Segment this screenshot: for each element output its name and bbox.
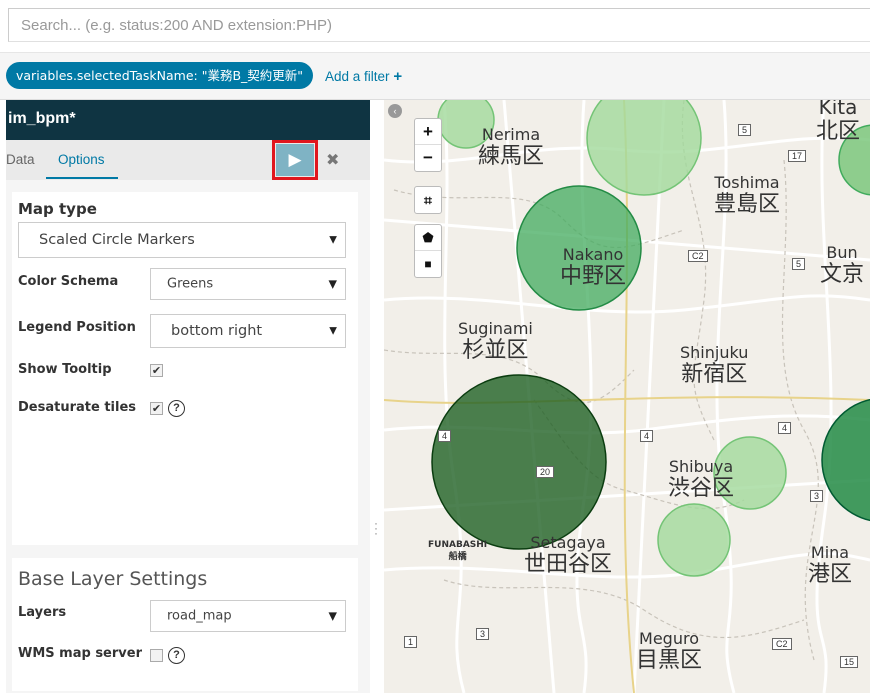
place-label-nerima: Nerima 練馬区 — [478, 125, 545, 170]
road-sign: 4 — [438, 430, 452, 442]
map-type-select[interactable]: Scaled Circle Markers ▼ — [18, 222, 346, 258]
legend-position-value: bottom right — [171, 323, 263, 339]
panel-title-bar: im_bpm* — [6, 100, 370, 140]
desaturate-tiles-checkbox[interactable]: ✔ — [150, 402, 163, 415]
editor-tabs: Data Options ▶ ✖ — [6, 140, 370, 180]
map-tiles — [384, 100, 870, 693]
chevron-down-icon: ▼ — [328, 609, 337, 623]
show-tooltip-label: Show Tooltip — [18, 362, 112, 377]
zoom-control: + − — [414, 118, 442, 172]
plus-icon: + — [393, 68, 403, 85]
place-label-setagaya: Setagaya 世田谷区 — [524, 533, 613, 578]
base-layer-title: Base Layer Settings — [18, 568, 208, 590]
collapse-sidebar-icon[interactable]: ‹ — [388, 104, 402, 118]
place-label-kita: Kita 北区 — [816, 100, 861, 144]
chevron-down-icon: ▼ — [329, 234, 337, 246]
road-sign: 4 — [778, 422, 792, 434]
panel-resize-handle[interactable]: · · · — [374, 517, 378, 539]
help-icon[interactable]: ? — [168, 400, 185, 417]
help-icon[interactable]: ? — [168, 647, 185, 664]
draw-control: ⬟ ■ — [414, 224, 442, 278]
road-sign: 3 — [810, 490, 824, 502]
map-view[interactable]: Nerima 練馬区 Toshima 豊島区 Nakano 中野区 Bun 文京 Sug… — [384, 100, 870, 693]
place-label-minato: Mina 港区 — [808, 543, 853, 588]
road-sign: 15 — [840, 656, 859, 668]
filter-pill[interactable]: variables.selectedTaskName: "業務B_契約更新" — [6, 62, 314, 89]
add-filter-link[interactable]: Add a filter + — [325, 68, 402, 85]
road-sign: C2 — [688, 250, 708, 262]
layers-select[interactable]: road_map ▼ — [150, 600, 346, 632]
filter-bar: variables.selectedTaskName: "業務B_契約更新" A… — [0, 52, 870, 100]
place-label-bunkyo: Bun 文京 — [820, 243, 865, 288]
add-filter-label: Add a filter — [325, 69, 390, 84]
chevron-down-icon: ▼ — [328, 277, 337, 291]
map-type-label: Map type — [18, 200, 97, 218]
road-sign: 5 — [738, 124, 752, 136]
place-label-toshima: Toshima 豊島区 — [714, 173, 781, 218]
place-label-shibuya: Shibuya 渋谷区 — [668, 457, 735, 502]
road-sign: 1 — [404, 636, 418, 648]
road-sign: 5 — [792, 258, 806, 270]
wms-map-server-label: WMS map server — [18, 646, 142, 661]
map-options-card: Map type Scaled Circle Markers ▼ Color S… — [12, 192, 358, 545]
visualization-editor-panel: im_bpm* Data Options ▶ ✖ Map type Scaled… — [0, 100, 370, 693]
rectangle-draw-icon[interactable]: ■ — [415, 251, 441, 277]
map-type-value: Scaled Circle Markers — [39, 232, 195, 248]
zoom-out-button[interactable]: − — [415, 145, 441, 171]
fit-bounds-control: ⌗ — [414, 186, 442, 214]
crop-icon[interactable]: ⌗ — [415, 187, 441, 213]
discard-changes-button[interactable]: ✖ — [326, 150, 339, 170]
place-label-meguro: Meguro 目黒区 — [636, 629, 703, 674]
wms-map-server-checkbox[interactable] — [150, 649, 163, 662]
search-bar — [8, 8, 870, 42]
show-tooltip-checkbox[interactable]: ✔ — [150, 364, 163, 377]
place-label-nakano: Nakano 中野区 — [560, 245, 627, 290]
layers-label: Layers — [18, 605, 67, 620]
place-label-suginami: Suginami 杉並区 — [458, 319, 533, 364]
visualization-title: im_bpm* — [8, 110, 76, 127]
zoom-in-button[interactable]: + — [415, 119, 441, 145]
top-bar: variables.selectedTaskName: "業務B_契約更新" A… — [0, 0, 870, 100]
legend-position-label: Legend Position — [18, 320, 136, 335]
road-sign: 20 — [536, 466, 555, 478]
road-sign: C2 — [772, 638, 792, 650]
layers-value: road_map — [167, 608, 232, 624]
tab-options[interactable]: Options — [58, 152, 105, 167]
data-circle[interactable] — [657, 503, 731, 577]
data-circle[interactable] — [431, 374, 607, 550]
desaturate-tiles-label: Desaturate tiles — [18, 400, 137, 415]
place-label-shinjuku: Shinjuku 新宿区 — [680, 343, 749, 388]
chevron-down-icon: ▼ — [329, 325, 337, 337]
apply-changes-button[interactable]: ▶ — [276, 144, 314, 176]
legend-position-select[interactable]: bottom right ▼ — [150, 314, 346, 348]
tab-data[interactable]: Data — [6, 152, 35, 167]
place-label-funabashi: FUNABASHI 船橋 — [428, 540, 488, 562]
color-schema-select[interactable]: Greens ▼ — [150, 268, 346, 300]
color-schema-value: Greens — [167, 276, 214, 292]
polygon-draw-icon[interactable]: ⬟ — [415, 225, 441, 251]
road-sign: 17 — [788, 150, 807, 162]
data-circle[interactable] — [586, 100, 702, 196]
base-layer-card: Base Layer Settings Layers road_map ▼ WM… — [12, 558, 358, 691]
active-tab-indicator — [46, 177, 118, 179]
road-sign: 3 — [476, 628, 490, 640]
road-sign: 4 — [640, 430, 654, 442]
color-schema-label: Color Schema — [18, 274, 119, 289]
search-input[interactable] — [9, 9, 870, 41]
